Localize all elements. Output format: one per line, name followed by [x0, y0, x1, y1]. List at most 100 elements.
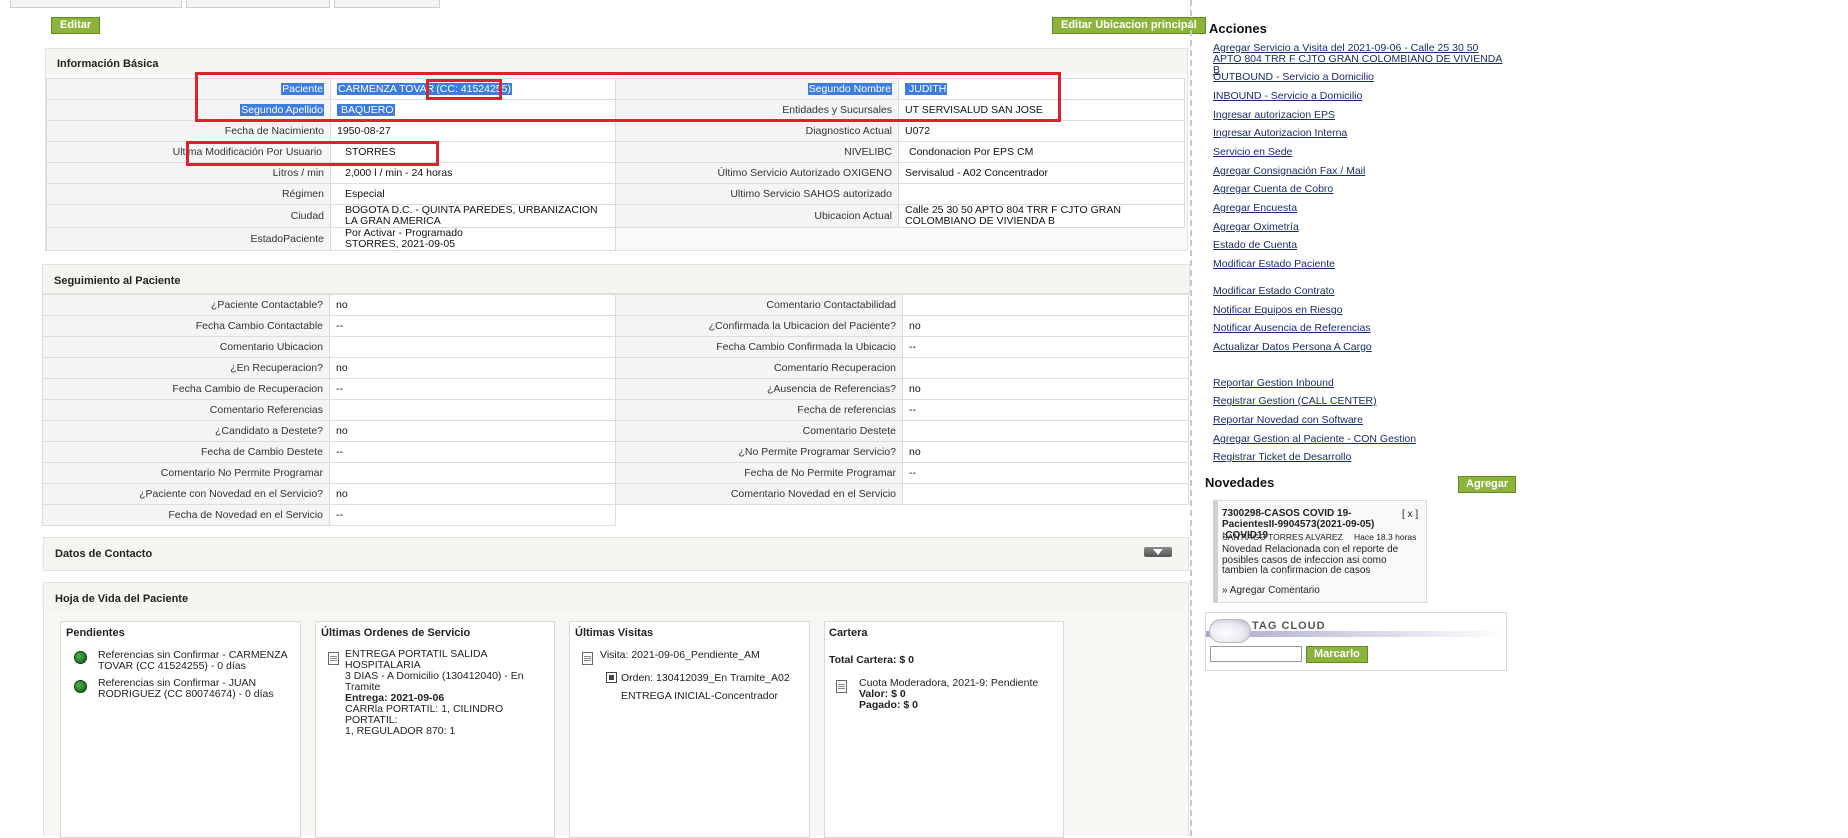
order-line1: ENTREGA PORTATIL SALIDA HOSPITALARIA [345, 648, 487, 671]
action-link-oximetry[interactable]: Agregar Oximetría [1213, 222, 1503, 233]
action-link-missing-references[interactable]: Notificar Ausencia de Referencias [1213, 323, 1503, 334]
location-confirmed-date-label: Fecha Cambio Confirmada la Ubicacio [615, 336, 903, 358]
contact-title: Datos de Contacto [55, 548, 153, 560]
action-link-inbound[interactable]: INBOUND - Servicio a Domicilio [1213, 91, 1503, 102]
cartera-item: Cuota Moderadora, 2021-9: Pendiente Valo… [859, 678, 1038, 711]
action-link-patient-status[interactable]: Modificar Estado Paciente [1213, 259, 1503, 270]
visit-order[interactable]: Orden: 130412039_En Tramite_A02 [621, 673, 790, 684]
document-icon [328, 652, 339, 665]
action-link-eps-auth[interactable]: Ingresar autorizacion EPS [1213, 110, 1503, 121]
action-link-contract-status[interactable]: Modificar Estado Contrato [1213, 286, 1503, 297]
city-label: Ciudad [46, 204, 331, 228]
location-confirmed-label: ¿Confirmada la Ubicacion del Paciente? [615, 315, 903, 337]
action-link-equipment-risk[interactable]: Notificar Equipos en Riesgo [1213, 305, 1503, 316]
location-confirmed-value: no [902, 315, 1189, 337]
tab-3[interactable] [334, 0, 440, 8]
location-confirmed-date-value: -- [902, 336, 1189, 358]
cloud-icon [1209, 619, 1251, 643]
recovery-comment-value [902, 357, 1189, 379]
hoja-vida-header: Hoja de Vida del Paciente [43, 582, 1189, 614]
nivelibc-label: NIVELIBC [615, 141, 899, 163]
table-row: Ultima Modificación Por Usuario STORRES … [46, 141, 1185, 163]
list-item[interactable]: Referencias sin Confirmar - CARMENZA TOV… [98, 650, 298, 672]
references-date-value: -- [902, 399, 1189, 421]
cartera-total: Total Cartera: $ 0 [829, 654, 914, 666]
table-row: Fecha Cambio de Recuperacion -- ¿Ausencia … [42, 378, 1189, 400]
contactable-date-value: -- [329, 315, 616, 337]
action-link-outbound[interactable]: OUTBOUND - Servicio a Domicilio [1213, 72, 1503, 83]
edit-button[interactable]: Editar [51, 17, 101, 34]
list-item[interactable]: Referencias sin Confirmar - JUAN RODRIGU… [98, 678, 298, 700]
patient-name: CARMENZA TOVAR [337, 82, 436, 95]
table-row: Fecha de Nacimiento 1950-08-27 Diagnosti… [46, 120, 1185, 142]
last-modified-label: Ultima Modificación Por Usuario [46, 141, 331, 163]
action-link-add-gestion[interactable]: Agregar Gestion al Paciente - CON Gestio… [1213, 434, 1503, 445]
pendientes-card: Pendientes Referencias sin Confirmar - C… [60, 621, 301, 838]
no-references-value: no [902, 378, 1189, 400]
contact-panel[interactable]: Datos de Contacto [43, 537, 1189, 571]
recovery-label: ¿En Recuperacion? [42, 357, 330, 379]
table-row: ¿Paciente con Novedad en el Servicio? no C… [42, 483, 1189, 505]
tab-2[interactable] [186, 0, 330, 8]
service-novelty-value: no [329, 483, 616, 505]
action-link-update-caregiver[interactable]: Actualizar Datos Persona A Cargo [1213, 342, 1503, 353]
close-icon[interactable]: [ x ] [1402, 509, 1418, 520]
sahos-label: Ultimo Servicio SAHOS autorizado [615, 183, 899, 205]
last-modified-value: STORRES [330, 141, 616, 163]
table-row: ¿Paciente Contactable? no Comentario Conta… [42, 294, 1189, 316]
tab-1[interactable] [10, 0, 182, 8]
info-basica-header: Información Básica [45, 48, 1188, 76]
second-name-value: JUDITH [905, 82, 948, 95]
weaning-date-label: Fecha de Cambio Destete [42, 441, 330, 463]
mark-button[interactable]: Marcarlo [1306, 646, 1368, 663]
entities-value: UT SERVISALUD SAN JOSE [898, 99, 1185, 121]
patient-status-label: EstadoPaciente [46, 227, 331, 251]
table-row: Litros / min 2,000 l / min - 24 horas Úl… [46, 162, 1185, 184]
no-schedule-date-label: Fecha de No Permite Programar [615, 462, 903, 484]
no-schedule-comment-value [329, 462, 616, 484]
table-row: Comentario No Permite Programar Fecha de … [42, 462, 1189, 484]
table-row: Comentario Referencias Fecha de referenci… [42, 399, 1189, 421]
weaning-label: ¿Candidato a Destete? [42, 420, 330, 442]
contactable-value: no [329, 294, 616, 316]
action-link-call-center[interactable]: Registrar Gestion (CALL CENTER) [1213, 396, 1503, 407]
action-link-service-site[interactable]: Servicio en Sede [1213, 147, 1503, 158]
novelty-comment-value [902, 483, 1189, 505]
cartera-title: Cartera [829, 627, 868, 639]
second-surname-value: BAQUERO [337, 103, 395, 116]
novedades-title: Novedades [1205, 475, 1275, 490]
tag-cloud-widget: TAG CLOUD Marcarlo [1205, 612, 1507, 671]
order-line2: 3 DIAS - A Domicilio (130412040) - En Tr… [345, 670, 524, 693]
action-link-software-novelty[interactable]: Reportar Novedad con Software [1213, 415, 1503, 426]
city-value: BOGOTA D.C. - QUINTA PAREDES, URBANIZACI… [330, 204, 616, 228]
visitas-title: Últimas Visitas [575, 627, 654, 639]
action-link-internal-auth[interactable]: Ingresar Autorizacion Interna [1213, 128, 1503, 139]
column-separator [1190, 0, 1192, 836]
edit-location-button[interactable]: Editar Ubicacion principal [1052, 17, 1206, 34]
actions-title: Acciones [1209, 21, 1267, 36]
visit-item[interactable]: Visita: 2021-09-06_Pendiente_AM [600, 650, 760, 661]
expand-toggle[interactable] [1144, 547, 1172, 557]
document-icon [582, 652, 593, 665]
recovery-value: no [329, 357, 616, 379]
order-item[interactable]: ENTREGA PORTATIL SALIDA HOSPITALARIA 3 D… [345, 649, 553, 737]
chevron-down-icon [1153, 549, 1163, 555]
recovery-date-value: -- [329, 378, 616, 400]
add-novelty-button[interactable]: Agregar [1458, 476, 1517, 493]
status-dot-icon [74, 651, 87, 664]
action-link-billing[interactable]: Agregar Cuenta de Cobro [1213, 184, 1503, 195]
add-comment-link[interactable]: » Agregar Comentario [1222, 585, 1320, 596]
service-novelty-label: ¿Paciente con Novedad en el Servicio? [42, 483, 330, 505]
table-row: Segundo Apellido BAQUERO Entidades y Suc… [46, 99, 1185, 121]
action-link-inbound-report[interactable]: Reportar Gestion Inbound [1213, 378, 1503, 389]
action-link-survey[interactable]: Agregar Encuesta [1213, 203, 1503, 214]
action-link-dev-ticket[interactable]: Registrar Ticket de Desarrollo [1213, 452, 1503, 463]
action-link-consignment[interactable]: Agregar Consignación Fax / Mail [1213, 166, 1503, 177]
birthdate-label: Fecha de Nacimiento [46, 120, 331, 142]
action-link-account-status[interactable]: Estado de Cuenta [1213, 240, 1503, 251]
seguimiento-table: ¿Paciente Contactable? no Comentario Conta… [42, 294, 1189, 526]
tag-input[interactable] [1210, 646, 1302, 662]
references-comment-label: Comentario Referencias [42, 399, 330, 421]
second-surname-label: Segundo Apellido [240, 103, 324, 116]
diagnosis-label: Diagnostico Actual [615, 120, 899, 142]
